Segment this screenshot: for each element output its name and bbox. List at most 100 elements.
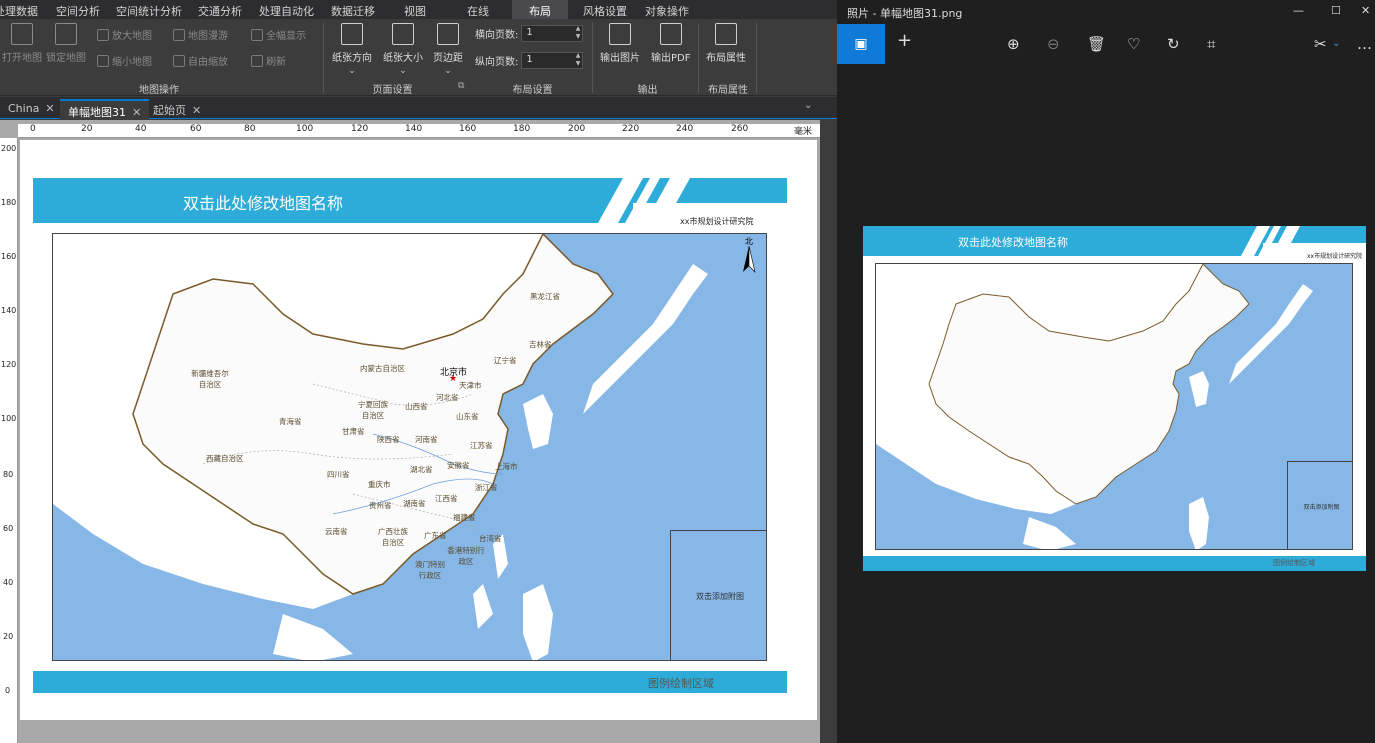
tab-start-page[interactable]: 起始页 ✕ <box>145 99 209 119</box>
margins-button[interactable]: 页边距 ⌄ <box>433 23 463 76</box>
delete-icon[interactable]: 🗑 <box>1087 35 1106 53</box>
group-label-map-ops: 地图操作 <box>139 85 179 96</box>
zoom-in-label: 放大地图 <box>112 31 152 42</box>
ruler-tick: 140 <box>1 306 17 315</box>
province-label: 新疆维吾尔自治区 <box>191 369 229 389</box>
chevron-down-icon[interactable]: ⌄ <box>1332 38 1340 49</box>
close-icon[interactable]: ✕ <box>1361 4 1370 17</box>
paper-orientation-button[interactable]: 纸张方向 ⌄ <box>332 23 372 76</box>
rotate-icon[interactable]: ↻ <box>1167 35 1180 53</box>
legend-area-label[interactable]: 图例绘制区域 <box>648 675 714 691</box>
north-arrow-icon[interactable] <box>741 246 757 274</box>
zoom-out-icon <box>97 54 109 67</box>
orientation-icon <box>341 23 363 45</box>
vertical-scrollbar[interactable] <box>820 120 837 743</box>
province-label: 云南省 <box>325 527 348 536</box>
ruler-tick: 0 <box>5 686 11 695</box>
vertical-ruler: 200 180 160 140 120 100 80 60 40 20 0 <box>0 138 18 743</box>
province-label: 台湾省 <box>479 534 502 543</box>
preview-banner-stripes <box>1241 226 1366 256</box>
province-label: 重庆市 <box>368 480 391 489</box>
more-icon[interactable]: … <box>1357 35 1372 53</box>
open-map-button[interactable]: 打开地图 <box>2 23 42 64</box>
group-label-layout-props: 布局属性 <box>708 85 748 96</box>
layout-properties-button[interactable]: 布局属性 <box>706 23 746 64</box>
preview-china-map <box>876 264 1313 549</box>
ruler-tick: 40 <box>3 578 14 587</box>
ruler-tick: 80 <box>244 124 256 134</box>
preview-legend-band: 图例绘制区域 <box>863 556 1366 571</box>
export-pdf-button[interactable]: 输出PDF <box>651 23 690 64</box>
ruler-tick: 120 <box>351 124 369 134</box>
province-label: 陕西省 <box>377 435 400 444</box>
minimize-icon[interactable]: — <box>1293 4 1304 17</box>
close-icon[interactable]: ✕ <box>132 106 141 119</box>
dialog-launcher-icon[interactable]: ⧉ <box>458 81 464 91</box>
photo-preview[interactable]: 双击此处修改地图名称 xx市规划设计研究院 双击添加附图 图例绘制区域 <box>863 226 1366 571</box>
image-icon <box>609 23 631 45</box>
ruler-tick: 100 <box>296 124 314 134</box>
zoom-in-button[interactable]: 放大地图 <box>97 27 152 42</box>
tab-china[interactable]: China ✕ <box>0 99 63 119</box>
publisher-text[interactable]: xx市规划设计研究院 <box>680 216 753 227</box>
v-pages-spinner[interactable]: 纵向页数: 1 <box>475 52 584 69</box>
ruler-tick: 60 <box>3 524 14 533</box>
free-zoom-button[interactable]: 自由缩放 <box>173 53 228 68</box>
preview-publisher: xx市规划设计研究院 <box>1307 253 1363 260</box>
zoom-in-icon[interactable]: ⊕ <box>1007 35 1020 53</box>
province-label: 山西省 <box>405 402 428 411</box>
lock-map-button[interactable]: 锁定地图 <box>46 23 86 64</box>
orientation-label: 纸张方向 <box>332 53 372 64</box>
province-label: 宁夏回族自治区 <box>358 400 388 420</box>
province-label: 甘肃省 <box>342 427 365 436</box>
h-pages-input[interactable]: 1 <box>521 25 584 42</box>
province-label: 辽宁省 <box>494 356 517 365</box>
inset-map-frame[interactable]: 双击添加附图 <box>670 530 766 660</box>
margins-icon <box>437 23 459 45</box>
map-frame[interactable]: 北 黑龙江省 吉林省 辽宁省 内蒙古自治区 新疆维吾尔自治区 天津市 河北省 山… <box>52 233 767 661</box>
full-extent-button[interactable]: 全幅显示 <box>251 27 306 42</box>
ruler-tick: 260 <box>731 124 749 134</box>
ribbon-separator <box>592 23 593 93</box>
edit-icon[interactable]: ✂ <box>1314 35 1327 53</box>
zoom-out-icon[interactable]: ⊖ <box>1047 35 1060 53</box>
paper-size-button[interactable]: 纸张大小 ⌄ <box>383 23 423 76</box>
inset-label[interactable]: 双击添加附图 <box>671 591 766 602</box>
refresh-label: 刷新 <box>266 57 286 68</box>
close-icon[interactable]: ✕ <box>192 104 201 117</box>
preview-title-banner: 双击此处修改地图名称 <box>863 226 1366 256</box>
ribbon-separator <box>698 23 699 93</box>
export-image-button[interactable]: 输出图片 <box>600 23 640 64</box>
image-view-button[interactable]: ▣ <box>837 24 885 64</box>
close-icon[interactable]: ✕ <box>45 102 54 115</box>
window-title: 照片 - 单幅地图31.png <box>847 7 963 20</box>
v-pages-input[interactable]: 1 <box>521 52 584 69</box>
province-label: 四川省 <box>327 470 350 479</box>
province-label: 河南省 <box>415 435 438 444</box>
layout-canvas[interactable]: 0 20 40 60 80 100 120 140 160 180 200 22… <box>0 120 820 743</box>
tab-single-map-31[interactable]: 单幅地图31 ✕ <box>60 99 150 119</box>
maximize-icon[interactable]: ☐ <box>1331 4 1341 17</box>
add-icon[interactable]: + <box>897 30 912 51</box>
open-map-icon <box>11 23 33 45</box>
gis-app-window: 处理数据 空间分析 空间统计分析 交通分析 处理自动化 数据迁移 视图 在线 布… <box>0 0 837 743</box>
tab-label: China <box>8 102 40 115</box>
legend-band[interactable]: 图例绘制区域 <box>33 671 787 693</box>
ruler-unit: 毫米 <box>794 127 813 137</box>
heart-icon[interactable]: ♡ <box>1127 35 1140 53</box>
province-label: 青海省 <box>279 417 302 426</box>
preview-inset-label: 双击添加附图 <box>1303 504 1340 511</box>
refresh-button[interactable]: 刷新 <box>251 53 286 68</box>
lock-map-icon <box>55 23 77 45</box>
h-pages-spinner[interactable]: 横向页数: 1 <box>475 25 584 42</box>
ruler-tick: 200 <box>1 144 17 153</box>
pan-map-button[interactable]: 地图漫游 <box>173 27 228 42</box>
crop-icon[interactable]: ⌗ <box>1207 35 1215 53</box>
ruler-tick: 220 <box>622 124 640 134</box>
chevron-down-icon[interactable]: ⌄ <box>804 100 812 111</box>
ruler-tick: 20 <box>3 632 14 641</box>
title-banner[interactable]: 双击此处修改地图名称 <box>33 178 787 223</box>
zoom-out-button[interactable]: 缩小地图 <box>97 53 152 68</box>
province-label: 江苏省 <box>470 441 493 450</box>
layout-page[interactable]: 双击此处修改地图名称 xx市规划设计研究院 北 黑龙江省 吉林省 辽宁省 内蒙古… <box>20 140 817 720</box>
